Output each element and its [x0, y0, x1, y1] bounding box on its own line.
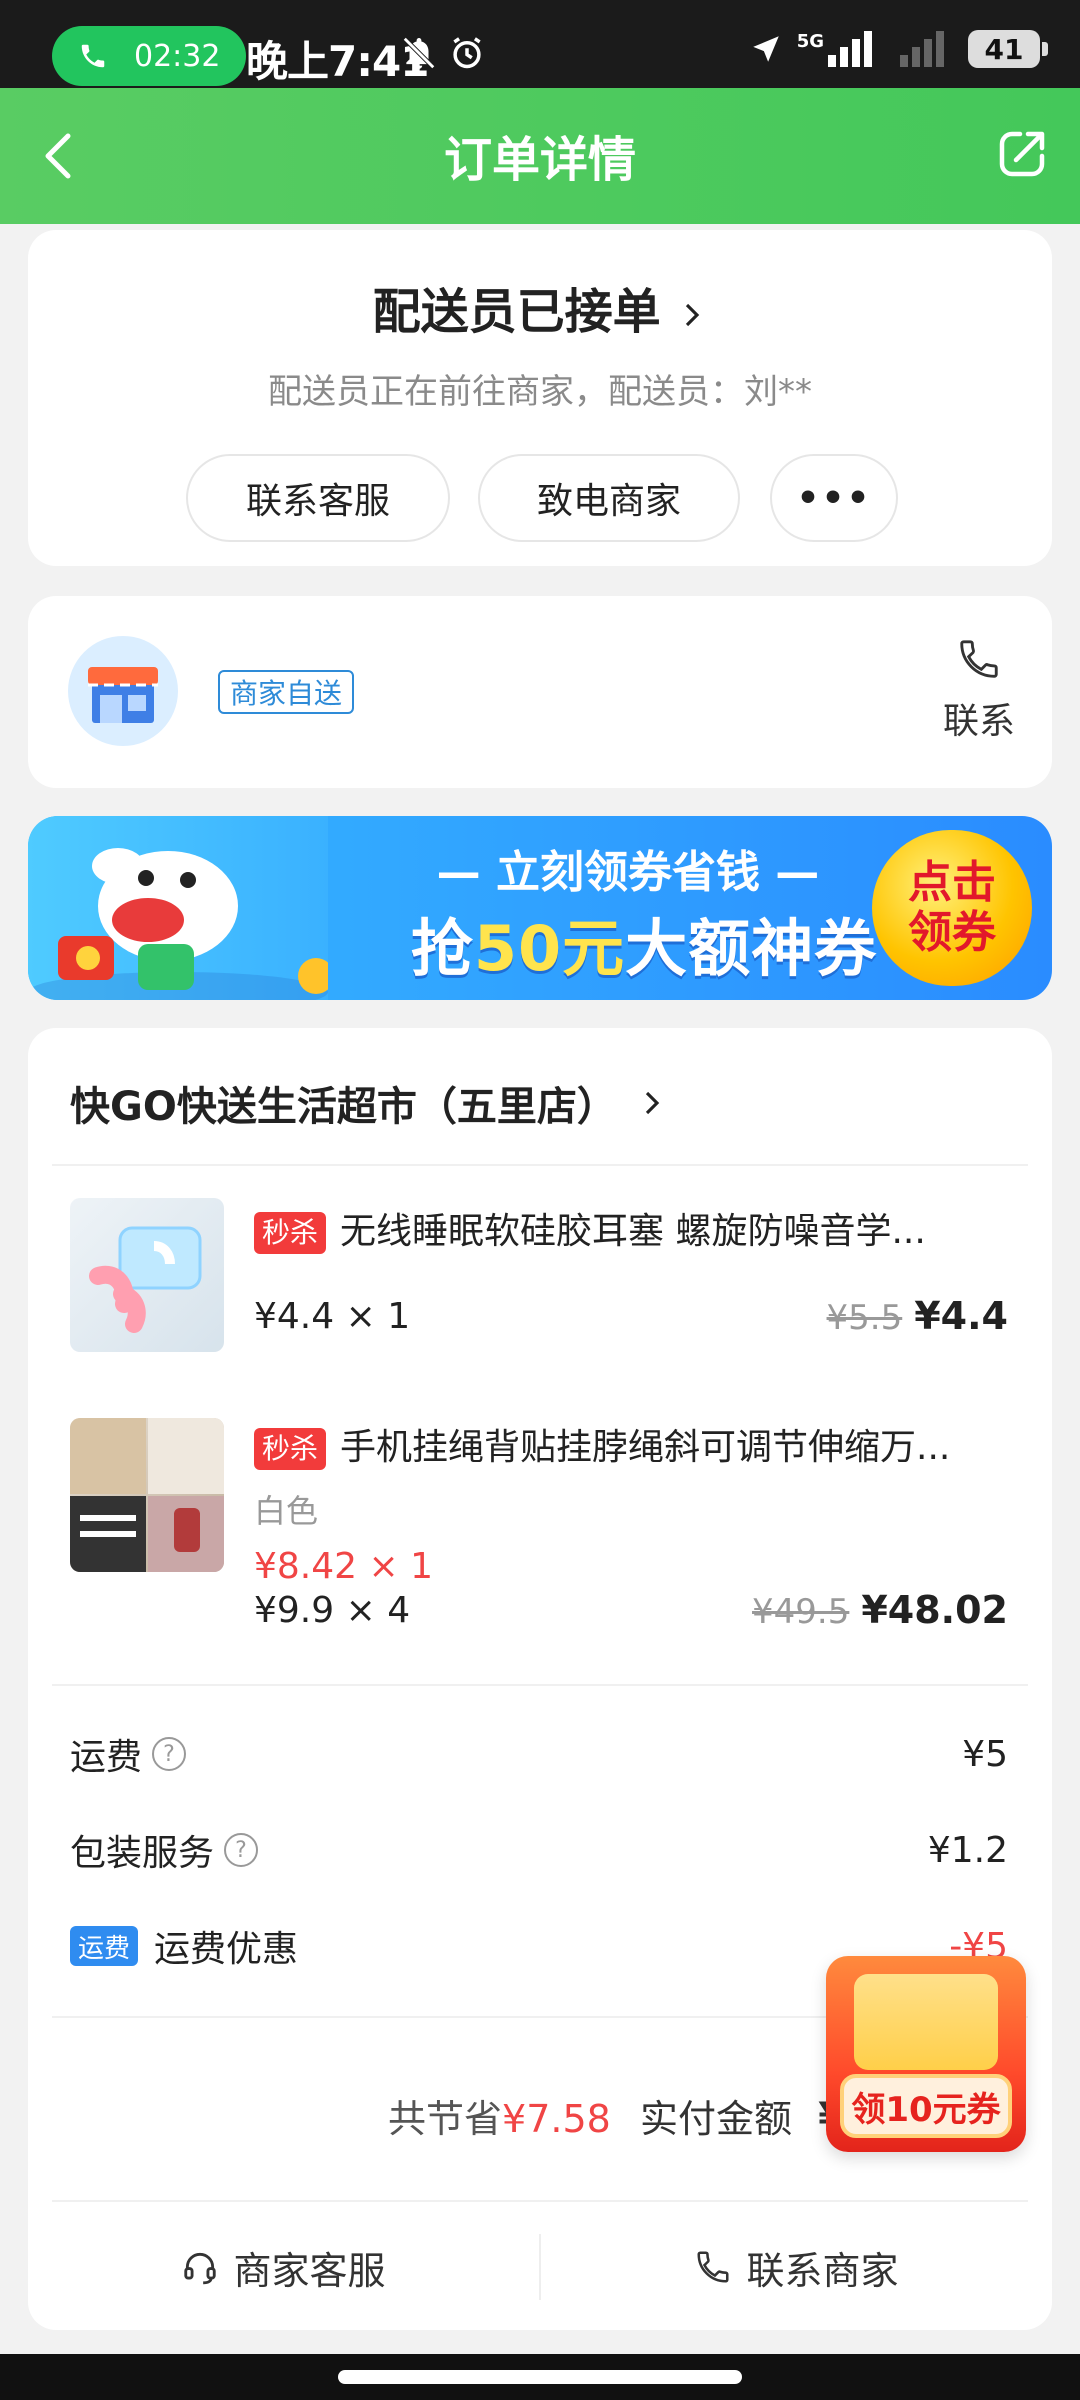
signal-secondary-icon — [900, 31, 944, 67]
claim-coupon-button[interactable]: 点击领券 — [872, 830, 1032, 986]
savings-summary: 共节省¥7.58 — [388, 2088, 611, 2143]
product-title: 秒杀 无线睡眠软硅胶耳塞 螺旋防噪音学... — [254, 1202, 1034, 1254]
packing-fee-row: 包装服务 ? ¥1.2 — [70, 1822, 1008, 1878]
paid-label: 实付金额 — [640, 2097, 793, 2141]
phone-icon — [697, 2251, 730, 2283]
product-image — [70, 1418, 224, 1572]
shop-name-link[interactable]: 快GO快送生活超市（五里店） — [70, 1074, 667, 1132]
product-image — [70, 1198, 224, 1352]
signal-icon — [828, 31, 872, 67]
shipping-discount-badge: 运费 — [70, 1926, 139, 1966]
nav-bar: 订单详情 — [0, 88, 1080, 224]
floating-coupon-label: 领10元券 — [840, 2074, 1012, 2138]
alarm-icon — [453, 37, 481, 69]
help-icon[interactable]: ? — [152, 1737, 187, 1771]
status-bar: 02:32 晚上7:41 5G 41 — [0, 0, 1080, 88]
original-price: ¥5.5 — [826, 1298, 903, 1338]
merchant-service-label: 商家客服 — [233, 2248, 386, 2293]
call-merchant-button[interactable]: 致电商家 — [478, 454, 740, 542]
delivery-card: 商家自送 联系 — [28, 596, 1052, 788]
order-status-text: 配送员已接单 — [372, 284, 661, 340]
order-status-title[interactable]: 配送员已接单 — [28, 272, 1052, 342]
banner-headline: — 立刻领券省钱 — — [436, 847, 820, 898]
divider — [52, 2200, 1028, 2202]
product-title-text: 无线睡眠软硅胶耳塞 螺旋防噪音学... — [340, 1211, 926, 1252]
page-title: 订单详情 — [443, 132, 636, 188]
store-icon — [88, 667, 158, 723]
item-price: ¥49.5 ¥48.02 — [752, 1588, 1008, 1632]
home-indicator-bar[interactable] — [338, 2370, 742, 2384]
home-indicator — [0, 2354, 1080, 2400]
earplug-image — [89, 1226, 202, 1333]
banner-offer-suffix: 大额神券 — [625, 912, 878, 985]
banner-offer: 抢50元大额神券 — [374, 898, 914, 988]
merchant-service-button[interactable]: 商家客服 — [28, 2240, 539, 2295]
order-status-subtitle: 配送员正在前往商家，配送员：刘** — [268, 372, 812, 412]
mascot-illustration — [28, 816, 334, 1000]
contact-button[interactable]: 联系 — [936, 636, 1022, 744]
phone-lanyard-image — [70, 1418, 224, 1572]
packing-fee-label: 包装服务 — [70, 1833, 215, 1874]
packing-fee-value: ¥1.2 — [927, 1829, 1008, 1871]
savings-value: ¥7.58 — [502, 2097, 611, 2141]
floating-coupon[interactable]: 领10元券 — [826, 1956, 1026, 2152]
shop-name: 快GO快送生活超市（五里店） — [70, 1084, 617, 1130]
order-status-card: 配送员已接单 配送员正在前往商家，配送员：刘** 联系客服 致电商家 ••• — [28, 230, 1052, 566]
flash-sale-badge: 秒杀 — [254, 1212, 327, 1254]
product-spec: 白色 — [254, 1492, 319, 1530]
chevron-right-icon — [686, 303, 700, 327]
call-indicator[interactable]: 02:32 — [52, 26, 246, 86]
store-avatar — [68, 636, 178, 746]
banner-offer-amount: 50元 — [473, 912, 626, 985]
unit-price-quantity: ¥4.4 × 1 — [254, 1296, 411, 1337]
mascot-dog-icon — [28, 848, 334, 1000]
discount-unit-price: ¥8.42 × 1 — [254, 1546, 434, 1587]
shipping-fee-row: 运费 ? ¥5 — [70, 1726, 1008, 1782]
battery-icon: 41 — [968, 30, 1048, 68]
unit-price-quantity: ¥9.9 × 4 — [254, 1590, 411, 1631]
product-title: 秒杀 手机挂绳背贴挂脖绳斜可调节伸缩万... — [254, 1418, 1034, 1470]
contact-service-button[interactable]: 联系客服 — [186, 454, 450, 542]
flash-sale-badge: 秒杀 — [254, 1428, 327, 1470]
phone-icon — [960, 640, 998, 678]
product-title-text: 手机挂绳背贴挂脖绳斜可调节伸缩万... — [340, 1427, 951, 1468]
call-duration: 02:32 — [134, 38, 221, 74]
shipping-fee-value: ¥5 — [962, 1733, 1008, 1775]
promo-banner[interactable]: — 立刻领券省钱 — 抢50元大额神券 点击领券 — [28, 816, 1052, 1000]
item-price: ¥5.5 ¥4.4 — [827, 1294, 1008, 1338]
red-envelope-icon — [854, 1974, 998, 2070]
chevron-right-icon — [645, 1091, 660, 1115]
status-icons-left — [400, 34, 486, 72]
contact-merchant-label: 联系商家 — [746, 2248, 899, 2293]
bottom-actions: 商家客服 联系商家 — [28, 2204, 1052, 2330]
headset-icon — [184, 2252, 217, 2285]
more-button[interactable]: ••• — [770, 454, 898, 542]
final-price: ¥48.02 — [861, 1588, 1008, 1632]
phone-icon — [81, 44, 105, 68]
divider — [52, 1164, 1028, 1166]
final-price: ¥4.4 — [914, 1294, 1008, 1338]
paid-amount: 实付金额 ¥ — [640, 2088, 847, 2143]
status-icons-right: 5G 41 — [749, 30, 1048, 68]
contact-merchant-button[interactable]: 联系商家 — [541, 2240, 1052, 2295]
contact-label: 联系 — [942, 701, 1015, 742]
claim-coupon-label: 点击领券 — [908, 857, 996, 958]
banner-offer-prefix: 抢 — [410, 912, 474, 985]
delivery-type-tag: 商家自送 — [218, 670, 355, 714]
help-icon[interactable]: ? — [224, 1833, 259, 1867]
original-price: ¥49.5 — [752, 1592, 850, 1632]
mute-icon — [403, 37, 435, 69]
location-icon — [752, 36, 779, 62]
network-type: 5G — [796, 30, 824, 52]
share-icon[interactable] — [992, 124, 1052, 184]
divider — [52, 1684, 1028, 1686]
savings-label: 共节省 — [388, 2097, 503, 2141]
shipping-fee-label: 运费 — [70, 1737, 143, 1778]
shipping-discount-label: 运费优惠 — [154, 1929, 299, 1970]
